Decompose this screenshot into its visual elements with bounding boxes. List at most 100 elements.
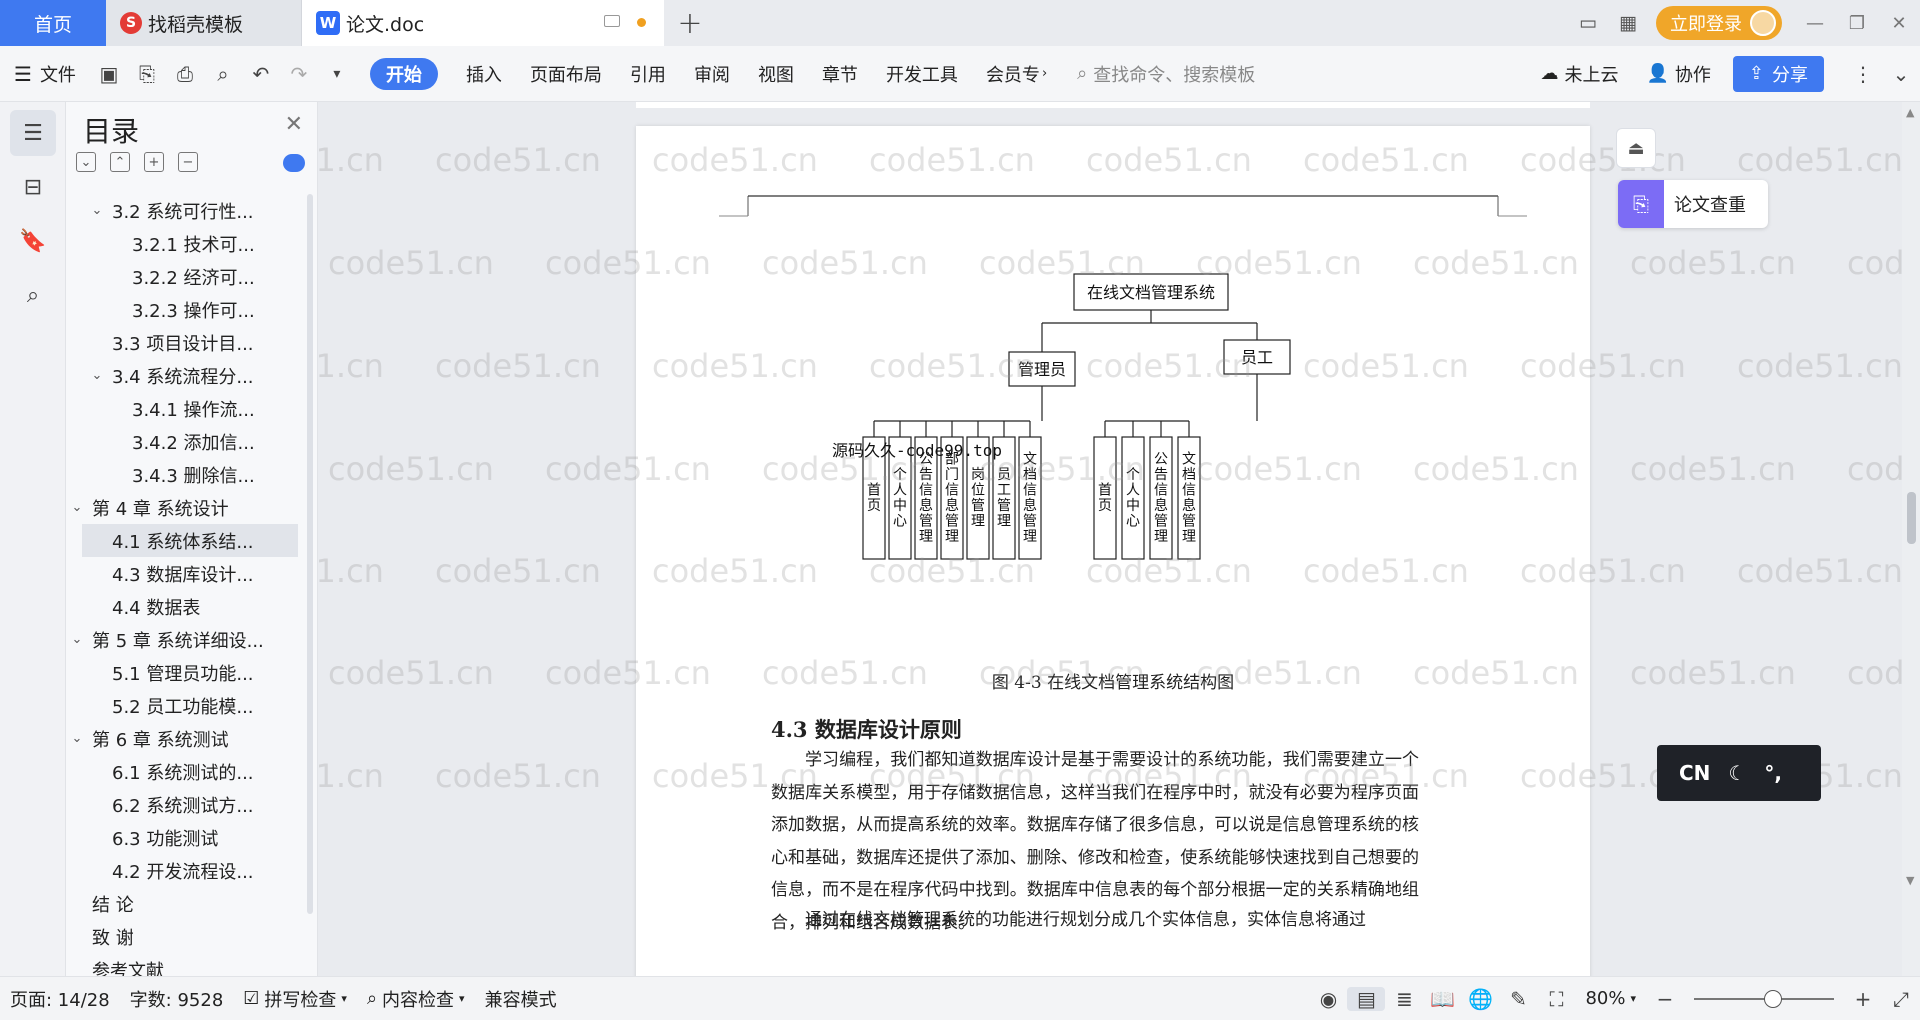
add-heading-icon[interactable]: + bbox=[144, 152, 164, 172]
chevron-down-icon[interactable]: ⌄ bbox=[88, 368, 106, 383]
scroll-down-icon[interactable]: ▼ bbox=[1906, 874, 1914, 887]
fullscreen-icon[interactable]: ⤢ bbox=[1882, 987, 1920, 1011]
toc-item[interactable]: 3.4.1 操作流... bbox=[66, 392, 298, 425]
page-indicator[interactable]: 页面: 14/28 bbox=[0, 986, 120, 1012]
vertical-scrollbar[interactable]: ▲ ▼ bbox=[1902, 102, 1920, 976]
collapse-panel-icon[interactable]: ⏏ bbox=[1616, 128, 1656, 168]
spell-check[interactable]: ☑ 拼写检查 ▾ bbox=[233, 986, 357, 1012]
bookmark-icon[interactable]: 🔖 bbox=[10, 218, 56, 264]
ime-toolbar[interactable]: CN ☾ °, bbox=[1657, 745, 1821, 801]
read-view-icon[interactable]: 📖 bbox=[1423, 987, 1461, 1011]
save-icon[interactable]: ▣ bbox=[90, 46, 128, 102]
toc-item[interactable]: 参考文献 bbox=[66, 953, 298, 977]
toc-item[interactable]: 4.3 数据库设计... bbox=[66, 557, 298, 590]
eye-protect-icon[interactable]: ◉ bbox=[1309, 987, 1347, 1011]
toc-item[interactable]: 3.4.2 添加信... bbox=[66, 425, 298, 458]
toc-item[interactable]: 致 谢 bbox=[66, 920, 298, 953]
zoom-slider[interactable] bbox=[1694, 989, 1834, 1008]
toc-item[interactable]: 5.2 员工功能模... bbox=[66, 689, 298, 722]
toc-scrollbar[interactable] bbox=[307, 194, 313, 914]
document-page[interactable]: 在线文档管理系统 管理员 员工 首页 个人中心 公告信息管理 部门信息管理 岗位管理 员工管理文… bbox=[636, 126, 1590, 976]
new-tab-button[interactable]: + bbox=[664, 0, 716, 46]
zoom-in-icon[interactable]: + bbox=[1844, 987, 1882, 1011]
zoom-out-icon[interactable]: − bbox=[1646, 987, 1684, 1011]
toc-item[interactable]: 6.1 系统测试的... bbox=[66, 755, 298, 788]
content-check[interactable]: ⌕ 内容检查 ▾ bbox=[357, 986, 475, 1012]
login-button[interactable]: 立即登录 bbox=[1656, 6, 1782, 40]
redo-icon[interactable]: ↷ bbox=[280, 46, 318, 102]
scroll-thumb[interactable] bbox=[1907, 492, 1916, 544]
toc-item[interactable]: 4.4 数据表 bbox=[66, 590, 298, 623]
toc-panel-icon[interactable]: ☰ bbox=[10, 110, 56, 156]
share-button[interactable]: ⇪ 分享 bbox=[1732, 55, 1824, 92]
toc-item[interactable]: 6.3 功能测试 bbox=[66, 821, 298, 854]
chevron-down-icon[interactable]: ⌄ bbox=[68, 500, 86, 515]
more-icon[interactable]: ⋮ bbox=[1844, 46, 1882, 102]
find-icon[interactable]: ⌕ bbox=[10, 272, 56, 318]
toc-item[interactable]: 4.2 开发流程设... bbox=[66, 854, 298, 887]
tab-document[interactable]: W 论文.doc bbox=[302, 0, 664, 46]
customize-chevron-icon[interactable]: ▾ bbox=[318, 46, 356, 102]
chevron-down-icon[interactable]: ⌄ bbox=[88, 203, 106, 218]
command-search[interactable]: ⌕ 查找命令、搜索模板 bbox=[1077, 61, 1417, 87]
tab-start[interactable]: 开始 bbox=[369, 57, 438, 90]
tab-home[interactable]: 首页 bbox=[0, 0, 106, 46]
zoom-level[interactable]: 80% ▾ bbox=[1575, 988, 1646, 1009]
toc-item[interactable]: 3.3 项目设计目... bbox=[66, 326, 298, 359]
scroll-up-icon[interactable]: ▲ bbox=[1906, 106, 1914, 119]
close-icon[interactable]: ✕ bbox=[1878, 0, 1920, 46]
minimize-icon[interactable]: — bbox=[1794, 0, 1836, 46]
undo-icon[interactable]: ↶ bbox=[242, 46, 280, 102]
collapse-ribbon-icon[interactable]: ⌄ bbox=[1882, 46, 1920, 102]
tab-insert[interactable]: 插入 bbox=[452, 46, 516, 102]
tab-sections[interactable]: 章节 bbox=[808, 46, 872, 102]
collapse-all-icon[interactable]: ⌃ bbox=[110, 152, 130, 172]
toc-item[interactable]: ⌄ 第 5 章 系统详细设... bbox=[66, 623, 298, 656]
toc-item-label: 第 5 章 系统详细设... bbox=[92, 630, 264, 652]
toc-item[interactable]: ⌄ 3.4 系统流程分... bbox=[66, 359, 298, 392]
chevron-down-icon[interactable]: ⌄ bbox=[68, 731, 86, 746]
tab-review[interactable]: 审阅 bbox=[680, 46, 744, 102]
toc-item[interactable]: 3.2.1 技术可... bbox=[66, 227, 298, 260]
tab-view[interactable]: 视图 bbox=[744, 46, 808, 102]
outline-icon[interactable]: ⊟ bbox=[10, 164, 56, 210]
fit-page-icon[interactable]: ⛶ bbox=[1537, 987, 1575, 1011]
layout-icon[interactable]: ▭ bbox=[1568, 0, 1608, 46]
toc-item[interactable]: 5.1 管理员功能... bbox=[66, 656, 298, 689]
apps-grid-icon[interactable]: ▦ bbox=[1608, 0, 1648, 46]
zoom-slider-knob[interactable] bbox=[1764, 989, 1782, 1008]
tab-page-layout[interactable]: 页面布局 bbox=[516, 46, 616, 102]
toc-item[interactable]: 结 论 bbox=[66, 887, 298, 920]
tab-developer[interactable]: 开发工具 bbox=[872, 46, 972, 102]
preview-icon[interactable]: ⌕ bbox=[204, 46, 242, 102]
web-view-icon[interactable]: 🌐 bbox=[1461, 987, 1499, 1011]
remove-heading-icon[interactable]: − bbox=[178, 152, 198, 172]
toc-item[interactable]: 3.2.3 操作可... bbox=[66, 293, 298, 326]
toc-item[interactable]: 3.2.2 经济可... bbox=[66, 260, 298, 293]
restore-icon[interactable]: ❐ bbox=[1836, 0, 1878, 46]
toc-item[interactable]: 4.1 系统体系结... bbox=[82, 524, 298, 557]
toc-item[interactable]: 6.2 系统测试方... bbox=[66, 788, 298, 821]
toc-item[interactable]: ⌄ 第 4 章 系统设计 bbox=[66, 491, 298, 524]
monitor-icon[interactable] bbox=[604, 15, 620, 27]
close-icon[interactable]: ✕ bbox=[285, 112, 303, 137]
toc-item[interactable]: 3.4.3 删除信... bbox=[66, 458, 298, 491]
word-count[interactable]: 字数: 9528 bbox=[120, 986, 234, 1012]
pen-icon[interactable]: ✎ bbox=[1499, 987, 1537, 1011]
tab-member[interactable]: 会员专 › bbox=[972, 46, 1061, 102]
plagiarism-check-button[interactable]: ⎘ 论文查重 bbox=[1618, 180, 1768, 228]
page-view-icon[interactable]: ▤ bbox=[1347, 986, 1386, 1011]
tab-references[interactable]: 引用 bbox=[616, 46, 680, 102]
toc-item[interactable]: ⌄ 第 6 章 系统测试 bbox=[66, 722, 298, 755]
outline-view-icon[interactable]: ≣ bbox=[1385, 987, 1423, 1011]
ai-assist-icon[interactable] bbox=[283, 154, 305, 172]
file-menu[interactable]: ☰ 文件 bbox=[0, 46, 90, 102]
collab-button[interactable]: 👤 协作 bbox=[1632, 46, 1724, 102]
cloud-status[interactable]: ☁ 未上云 bbox=[1526, 46, 1632, 102]
print-icon[interactable]: ⎙ bbox=[166, 46, 204, 102]
export-icon[interactable]: ⎘ bbox=[128, 46, 166, 102]
chevron-down-icon[interactable]: ⌄ bbox=[68, 632, 86, 647]
tab-templates[interactable]: S 找稻壳模板 bbox=[106, 0, 302, 46]
expand-all-icon[interactable]: ⌄ bbox=[76, 152, 96, 172]
toc-item[interactable]: ⌄ 3.2 系统可行性... bbox=[66, 194, 298, 227]
